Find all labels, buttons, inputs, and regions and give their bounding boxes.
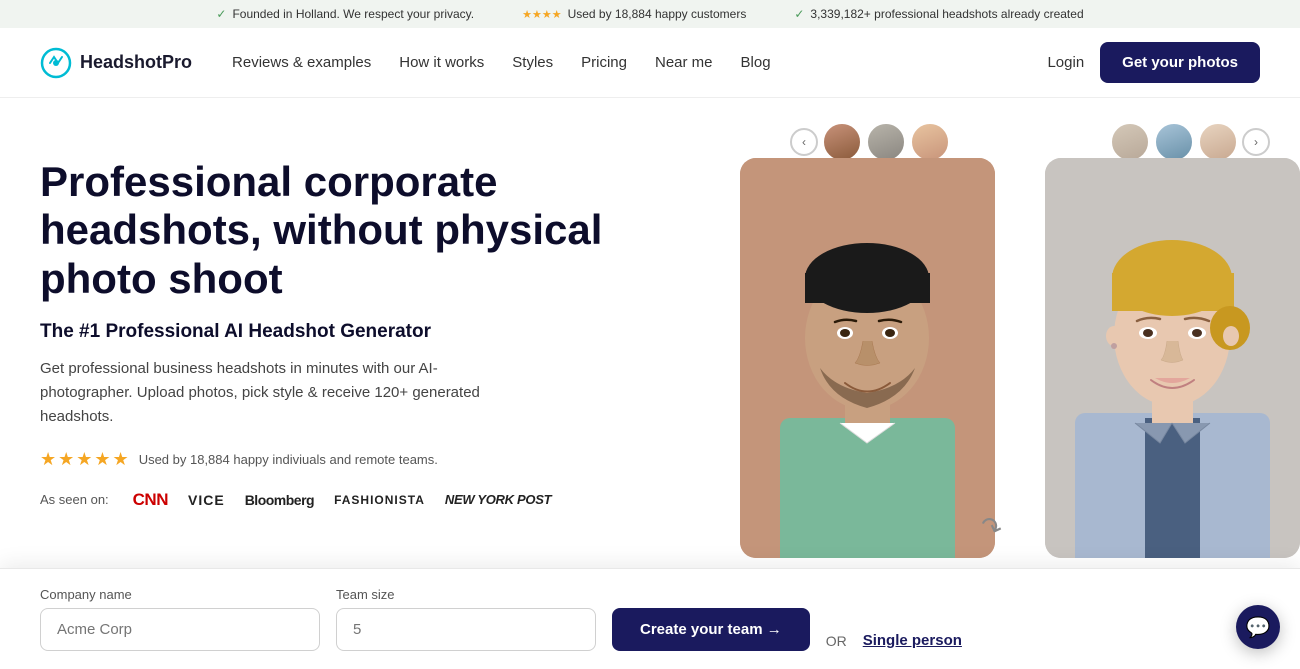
logo-text: HeadshotPro [80,52,192,73]
company-form-group: Company name [40,587,320,651]
thumb-4 [1110,122,1150,162]
hero-images: ‹ › [740,98,1300,578]
nav-link-blog[interactable]: Blog [741,54,771,71]
press-logo-fashionista: FASHIONISTA [334,493,425,507]
hero-subtitle: The #1 Professional AI Headshot Generato… [40,321,620,343]
thumb-2 [866,122,906,162]
team-label: Team size [336,587,596,602]
thumb-6 [1198,122,1238,162]
hero-content: Professional corporate headshots, withou… [40,148,620,510]
single-person-link[interactable]: Single person [863,632,962,649]
headshot-female [1045,158,1300,558]
female-face-svg [1045,158,1300,558]
thumb-5 [1154,122,1194,162]
press-logo-nypost: NEW YORK POST [445,492,551,507]
team-input[interactable] [336,608,596,651]
thumb-strip-left: ‹ [790,122,950,162]
logo-icon [40,47,72,79]
banner-text-3: 3,339,182+ professional headshots alread… [810,7,1083,21]
headshot-male [740,158,995,558]
hero-stars: ★★★★★ [40,449,131,470]
hero-title: Professional corporate headshots, withou… [40,158,620,303]
or-text: OR [826,633,847,649]
hero-section: Professional corporate headshots, withou… [0,98,1300,578]
press-row: As seen on: CNN VICE Bloomberg FASHIONIS… [40,490,620,510]
press-logo-cnn: CNN [133,490,168,510]
banner-item-1: ✓ Founded in Holland. We respect your pr… [216,7,474,21]
nav-link-near-me[interactable]: Near me [655,54,713,71]
team-form-group: Team size [336,587,596,651]
nav-link-reviews[interactable]: Reviews & examples [232,54,371,71]
chat-bubble[interactable]: 💬 [1236,605,1280,649]
company-label: Company name [40,587,320,602]
logo[interactable]: HeadshotPro [40,47,192,79]
press-logo-bloomberg: Bloomberg [245,492,314,508]
thumb-1 [822,122,862,162]
get-photos-button[interactable]: Get your photos [1100,42,1260,83]
banner-text-2: Used by 18,884 happy customers [568,7,747,21]
top-banner: ✓ Founded in Holland. We respect your pr… [0,0,1300,28]
hero-description: Get professional business headshots in m… [40,357,520,429]
chat-icon: 💬 [1246,615,1271,640]
rating-text: Used by 18,884 happy indiviuals and remo… [139,452,438,467]
press-label: As seen on: [40,492,109,507]
create-team-button[interactable]: Create your team → [612,608,810,651]
thumb-arrow-left[interactable]: ‹ [790,128,818,156]
bottom-form: Company name Team size Create your team … [0,568,1300,669]
nav-actions: Login Get your photos [1047,42,1260,83]
male-face-svg [740,158,995,558]
navbar: HeadshotPro Reviews & examples How it wo… [0,28,1300,98]
login-button[interactable]: Login [1047,54,1084,71]
nav-link-styles[interactable]: Styles [512,54,553,71]
nav-links: Reviews & examples How it works Styles P… [232,54,1047,71]
company-input[interactable] [40,608,320,651]
banner-item-2: ★★★★ Used by 18,884 happy customers [522,7,746,21]
hero-rating: ★★★★★ Used by 18,884 happy indiviuals an… [40,449,620,470]
banner-stars: ★★★★ [522,8,561,21]
banner-text-1: Founded in Holland. We respect your priv… [232,7,474,21]
check-icon-1: ✓ [216,7,226,21]
thumb-strip-right: › [1110,122,1270,162]
nav-link-how-it-works[interactable]: How it works [399,54,484,71]
check-icon-3: ✓ [794,7,804,21]
banner-item-3: ✓ 3,339,182+ professional headshots alre… [794,7,1083,21]
thumb-3 [910,122,950,162]
press-logo-vice: VICE [188,492,225,508]
nav-link-pricing[interactable]: Pricing [581,54,627,71]
thumb-arrow-right[interactable]: › [1242,128,1270,156]
